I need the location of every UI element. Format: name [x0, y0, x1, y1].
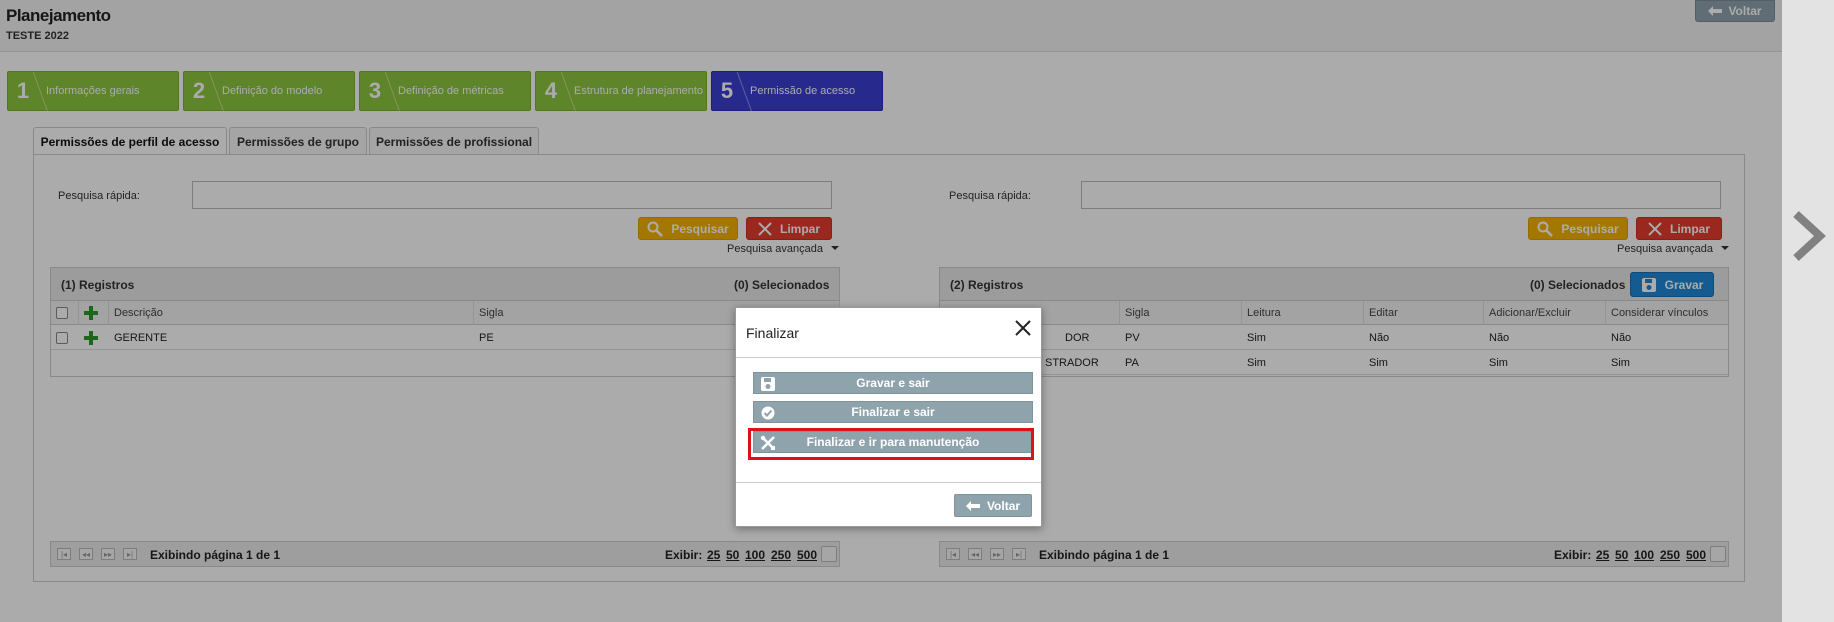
save-and-exit-label: Gravar e sair: [856, 376, 930, 390]
finalize-and-exit-button[interactable]: Finalizar e sair: [753, 401, 1033, 423]
divider: [736, 357, 1041, 358]
modal-overlay-strip: [1782, 0, 1834, 622]
close-icon[interactable]: [1013, 318, 1033, 338]
dialog-back-button[interactable]: Voltar: [954, 494, 1032, 517]
dialog-back-label: Voltar: [986, 498, 1021, 513]
finalize-dialog: Finalizar Gravar e sair Finalizar e sair…: [735, 307, 1042, 527]
arrow-left-icon: [965, 500, 980, 511]
divider: [736, 482, 1041, 483]
highlight-box: [748, 428, 1034, 460]
floppy-disk-icon: [761, 377, 775, 391]
finalize-and-exit-label: Finalizar e sair: [851, 405, 935, 419]
save-and-exit-button[interactable]: Gravar e sair: [753, 372, 1033, 394]
check-circle-icon: [761, 406, 775, 420]
dialog-title: Finalizar: [746, 325, 799, 341]
